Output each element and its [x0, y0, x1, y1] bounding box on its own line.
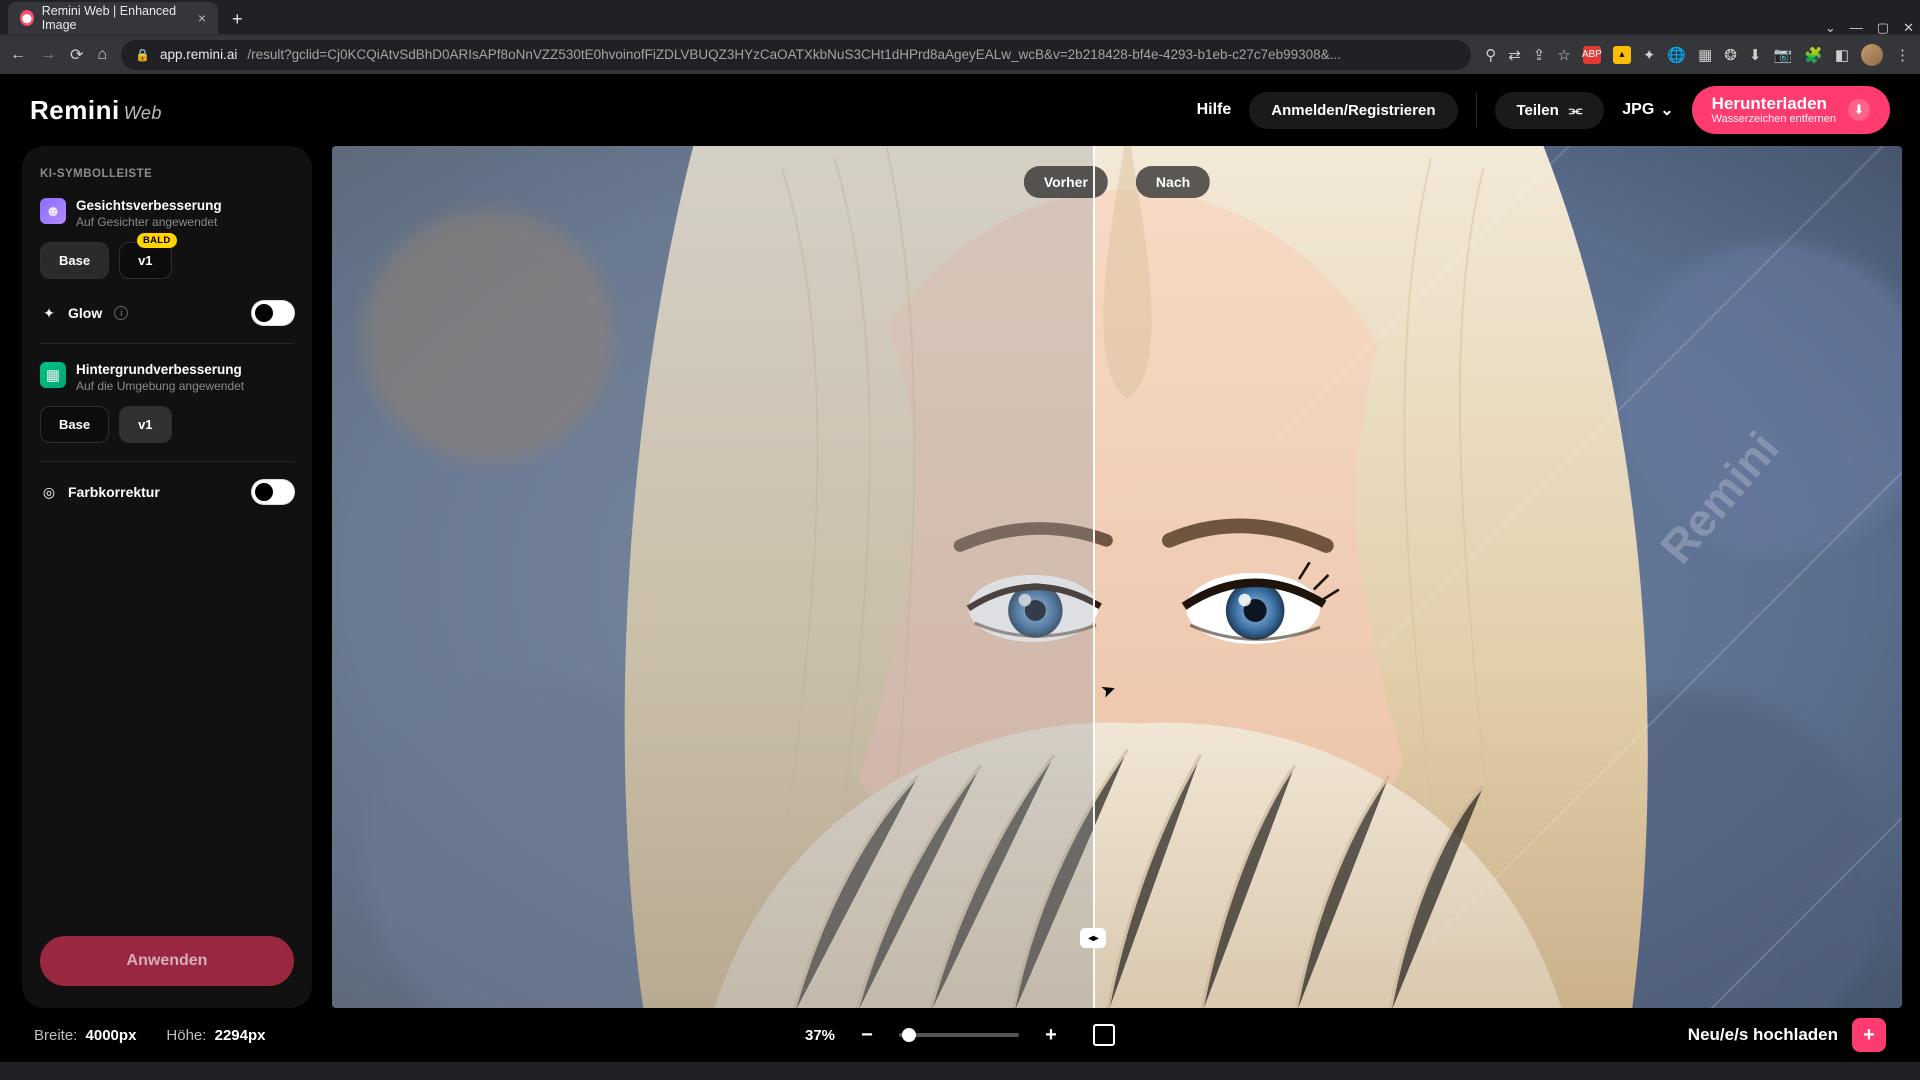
compare-handle[interactable]: ◂▸ — [1080, 928, 1106, 948]
fullscreen-button[interactable] — [1093, 1024, 1115, 1046]
apply-button[interactable]: Anwenden — [40, 936, 294, 986]
extension-down-icon[interactable]: ⬇ — [1749, 46, 1762, 64]
logo-sub: Web — [124, 103, 162, 123]
width-label: Breite: — [34, 1027, 77, 1044]
search-icon[interactable]: ⚲ — [1485, 46, 1496, 64]
nav-reload-icon[interactable]: ⟳ — [70, 45, 83, 65]
tab-close-icon[interactable]: × — [198, 10, 206, 26]
height-value: 2294px — [215, 1027, 266, 1044]
help-link[interactable]: Hilfe — [1197, 101, 1232, 119]
browser-tab[interactable]: ⬤ Remini Web | Enhanced Image × — [8, 2, 218, 34]
download-icon: ⬇ — [1848, 99, 1870, 121]
download-sublabel: Wasserzeichen entfernen — [1712, 113, 1836, 126]
face-chip-base[interactable]: Base — [40, 242, 109, 279]
bg-enhance-icon: ▦ — [40, 362, 66, 388]
face-enhance-title: Gesichtsverbesserung — [76, 198, 222, 213]
upload-label: Neu/e/s hochladen — [1688, 1025, 1838, 1045]
favicon: ⬤ — [20, 10, 34, 26]
login-button[interactable]: Anmelden/Registrieren — [1249, 92, 1457, 129]
color-correct-icon: ◎ — [40, 483, 58, 501]
nav-home-icon[interactable]: ⌂ — [97, 46, 107, 64]
enhanced-image: Remini — [332, 146, 1902, 1008]
side-panel-icon[interactable]: ◧ — [1835, 46, 1849, 64]
face-enhance-sub: Auf Gesichter angewendet — [76, 215, 222, 230]
color-correct-label: Farbkorrektur — [68, 484, 160, 500]
compare-divider[interactable] — [1093, 146, 1095, 1008]
glow-label: Glow — [68, 305, 102, 321]
glow-icon: ✦ — [40, 304, 58, 322]
extension-globe-icon[interactable]: 🌐 — [1667, 46, 1686, 64]
translate-icon[interactable]: ⇄ — [1508, 46, 1521, 64]
bookmark-icon[interactable]: ☆ — [1557, 46, 1570, 64]
bg-chip-base[interactable]: Base — [40, 406, 109, 443]
url-host: app.remini.ai — [160, 47, 237, 62]
extensions-puzzle-icon[interactable]: 🧩 — [1804, 46, 1823, 64]
face-enhance-icon: ☻ — [40, 198, 66, 224]
new-tab-button[interactable]: + — [224, 9, 251, 34]
sidebar-heading: KI-SYMBOLLEISTE — [40, 168, 294, 180]
lock-icon: 🔒 — [135, 48, 150, 62]
nav-back-icon[interactable]: ← — [10, 46, 26, 64]
glow-toggle[interactable] — [252, 301, 294, 325]
upload-button[interactable]: + — [1852, 1018, 1886, 1052]
format-label: JPG — [1622, 101, 1654, 119]
extension-yellow-icon[interactable]: ▴ — [1613, 46, 1631, 64]
window-chevron-icon[interactable]: ⌄ — [1825, 20, 1836, 34]
height-label: Höhe: — [166, 1027, 206, 1044]
extension-camera-icon[interactable]: 📷 — [1773, 46, 1792, 64]
divider — [1476, 93, 1477, 127]
image-viewer[interactable]: Remini Vorher Nach ◂▸ ➤ — [332, 146, 1902, 1008]
extension-wheel-icon[interactable]: ❂ — [1724, 46, 1737, 64]
after-label: Nach — [1136, 166, 1210, 198]
sidebar: KI-SYMBOLLEISTE ☻ Gesichtsverbesserung A… — [22, 146, 312, 1008]
window-maximize-icon[interactable]: ▢ — [1877, 20, 1889, 34]
window-minimize-icon[interactable]: — — [1850, 20, 1863, 34]
window-close-icon[interactable]: ✕ — [1903, 20, 1914, 34]
download-button[interactable]: Herunterladen Wasserzeichen entfernen ⬇ — [1692, 86, 1890, 134]
face-chip-v1-label: v1 — [138, 253, 152, 268]
share-label: Teilen — [1517, 102, 1559, 119]
bg-enhance-sub: Auf die Umgebung angewendet — [76, 379, 244, 394]
share-url-icon[interactable]: ⇪ — [1533, 46, 1546, 64]
logo-main: Remini — [30, 95, 120, 125]
extension-cast-icon[interactable]: ▦ — [1698, 46, 1712, 64]
color-correct-toggle[interactable] — [252, 480, 294, 504]
zoom-out-button[interactable]: − — [857, 1024, 877, 1047]
profile-avatar[interactable] — [1861, 44, 1883, 66]
app-logo[interactable]: ReminiWeb — [30, 95, 162, 126]
format-dropdown[interactable]: JPG ⌄ — [1622, 100, 1673, 120]
download-label: Herunterladen — [1712, 94, 1827, 114]
share-icon: ⫘ — [1569, 102, 1583, 119]
zoom-slider[interactable] — [899, 1033, 1019, 1037]
tab-title: Remini Web | Enhanced Image — [42, 4, 190, 32]
chevron-down-icon: ⌄ — [1660, 100, 1673, 120]
extension-icon[interactable]: ✦ — [1643, 46, 1656, 64]
glow-info-icon[interactable]: i — [114, 306, 128, 320]
url-path: /result?gclid=Cj0KCQiAtvSdBhD0ARIsAPf8oN… — [247, 47, 1341, 62]
zoom-percent: 37% — [805, 1027, 835, 1044]
extension-abp-icon[interactable]: ABP — [1583, 46, 1601, 64]
url-bar[interactable]: 🔒 app.remini.ai /result?gclid=Cj0KCQiAtv… — [121, 40, 1471, 70]
share-button[interactable]: Teilen ⫘ — [1495, 92, 1605, 129]
kebab-menu-icon[interactable]: ⋮ — [1895, 46, 1910, 64]
width-value: 4000px — [86, 1027, 137, 1044]
bg-chip-v1[interactable]: v1 — [119, 406, 171, 443]
zoom-in-button[interactable]: + — [1041, 1024, 1061, 1047]
soon-badge: BALD — [137, 233, 177, 248]
face-chip-v1[interactable]: v1 BALD — [119, 242, 171, 279]
nav-forward-icon[interactable]: → — [40, 46, 56, 64]
bg-enhance-title: Hintergrundverbesserung — [76, 362, 244, 377]
